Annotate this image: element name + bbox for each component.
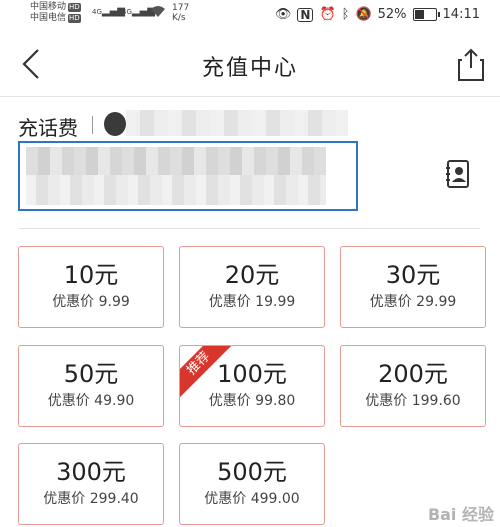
hd-badge-1: HD	[68, 3, 81, 12]
denomination-card-20[interactable]: 20元 优惠价 19.99	[179, 246, 325, 328]
denomination-card-50[interactable]: 50元 优惠价 49.90	[18, 345, 164, 427]
carrier-2: 中国电信	[30, 13, 67, 23]
card-price: 优惠价 499.00	[204, 491, 300, 507]
page-title: 充值中心	[201, 56, 298, 81]
denomination-card-30[interactable]: 30元 优惠价 29.99	[340, 246, 486, 328]
card-amount: 200元	[378, 360, 448, 388]
app-header: 充值中心	[0, 30, 500, 97]
bluetooth-icon: ᛒ	[341, 7, 350, 22]
clock: 14:11	[442, 7, 480, 22]
denomination-card-200[interactable]: 200元 优惠价 199.60	[340, 345, 486, 427]
share-icon	[458, 48, 484, 81]
label-divider	[92, 116, 93, 134]
card-price: 优惠价 29.99	[369, 294, 457, 310]
denomination-card-500[interactable]: 500元 优惠价 499.00	[179, 443, 325, 525]
avatar	[104, 112, 126, 136]
carrier-1: 中国移动	[30, 2, 67, 12]
eye-icon: 👁	[274, 7, 292, 22]
wifi-icon	[150, 4, 166, 22]
card-amount: 20元	[224, 261, 280, 289]
phone-number-redacted	[26, 147, 326, 205]
card-price: 优惠价 49.90	[47, 393, 135, 409]
share-button[interactable]	[454, 44, 488, 84]
card-price: 优惠价 299.40	[43, 491, 139, 507]
contacts-button[interactable]	[445, 159, 471, 189]
phone-number-input[interactable]	[18, 141, 358, 211]
nfc-icon: N	[297, 7, 314, 22]
carrier-info: 中国移动 HD 中国电信 HD	[30, 2, 81, 24]
contact-book-icon	[446, 160, 469, 188]
card-price: 优惠价 199.60	[365, 393, 461, 409]
status-bar: 中国移动 HD 中国电信 HD 4G▂▄▆ 4G▂▄▆ 177 K/s 👁 N ⏰ …	[0, 0, 500, 30]
card-price: 优惠价 9.99	[52, 294, 130, 310]
card-amount: 500元	[217, 458, 287, 486]
denomination-card-300[interactable]: 300元 优惠价 299.40	[18, 443, 164, 525]
mute-icon: 🔕	[355, 7, 372, 22]
denomination-card-100[interactable]: 推荐 100元 优惠价 99.80	[179, 345, 325, 427]
section-divider	[18, 228, 480, 229]
card-amount: 10元	[63, 261, 119, 289]
battery-percent: 52%	[377, 7, 407, 22]
battery-icon	[412, 8, 440, 21]
denomination-card-10[interactable]: 10元 优惠价 9.99	[18, 246, 164, 328]
watermark: Bai 经验	[427, 505, 494, 524]
signal-icon-1: 4G▂▄▆	[92, 6, 125, 17]
status-icons: 👁 N ⏰ ᛒ 🔕 52% 14:11	[275, 7, 480, 22]
card-amount: 30元	[385, 261, 441, 289]
card-amount: 50元	[63, 360, 119, 388]
card-price: 优惠价 19.99	[208, 294, 296, 310]
network-speed: 177 K/s	[172, 3, 190, 23]
account-name-redacted	[126, 110, 348, 136]
alarm-icon: ⏰	[319, 7, 336, 22]
card-amount: 300元	[56, 458, 126, 486]
card-price: 优惠价 99.80	[208, 393, 296, 409]
hd-badge-2: HD	[68, 14, 81, 23]
recharge-type-label: 充话费	[18, 116, 78, 140]
